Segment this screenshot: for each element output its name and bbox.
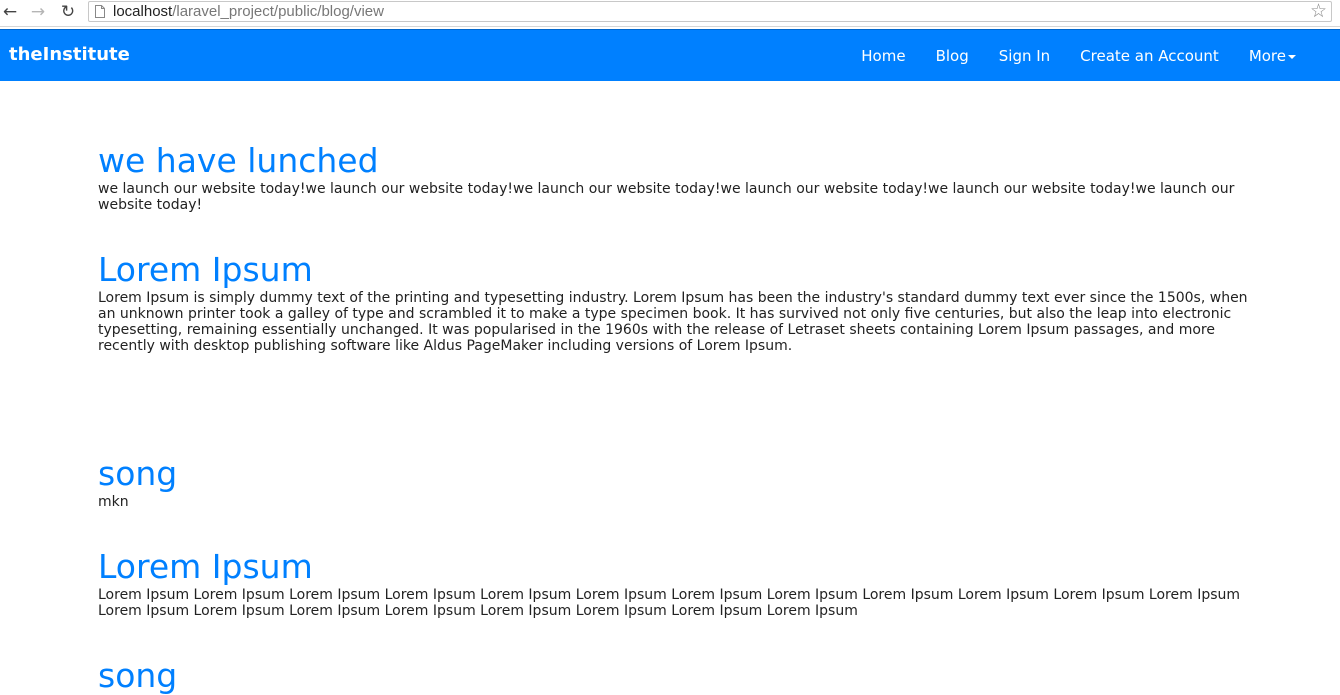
nav-item-more[interactable]: More [1249, 47, 1296, 65]
brand-logo[interactable]: theInstitute [9, 44, 130, 65]
blog-post: song mkn [98, 454, 1248, 511]
navbar: theInstitute Home Blog Sign In Create an… [0, 29, 1340, 81]
nav-item-create-account[interactable]: Create an Account [1080, 47, 1219, 65]
url-text[interactable]: localhost/laravel_project/public/blog/vi… [113, 2, 384, 21]
bookmark-star-icon[interactable]: ☆ [1310, 1, 1327, 21]
post-title: song [98, 454, 178, 493]
page-icon [95, 5, 105, 18]
blog-post: Lorem Ipsum Lorem Ipsum is simply dummy … [98, 250, 1248, 355]
blog-post: Lorem Ipsum Lorem Ipsum Lorem Ipsum Lore… [98, 547, 1248, 620]
browser-toolbar: ← → ↻ localhost/laravel_project/public/b… [0, 0, 1340, 27]
post-body: we launch our website today!we launch ou… [98, 181, 1235, 213]
post-body: Lorem Ipsum Lorem Ipsum Lorem Ipsum Lore… [98, 587, 1241, 619]
blog-post: we have lunched we launch our website to… [98, 141, 1248, 214]
post-title: Lorem Ipsum [98, 250, 313, 289]
nav-menu: Home Blog Sign In Create an Account More [831, 47, 1296, 65]
post-body: mkn [98, 494, 129, 510]
address-bar[interactable]: localhost/laravel_project/public/blog/vi… [88, 1, 1332, 22]
back-arrow-icon[interactable]: ← [0, 2, 20, 22]
nav-item-blog[interactable]: Blog [936, 47, 969, 65]
url-host: localhost [113, 3, 173, 20]
caret-down-icon [1288, 54, 1296, 59]
post-title: song [98, 656, 178, 695]
post-title: Lorem Ipsum [98, 547, 313, 586]
nav-item-sign-in[interactable]: Sign In [999, 47, 1050, 65]
post-title: we have lunched [98, 141, 379, 180]
nav-item-more-label: More [1248, 47, 1286, 65]
nav-item-home[interactable]: Home [861, 47, 905, 65]
forward-arrow-icon[interactable]: → [28, 2, 48, 22]
post-body: Lorem Ipsum is simply dummy text of the … [98, 290, 1248, 354]
reload-icon[interactable]: ↻ [58, 2, 78, 22]
blog-post: song [98, 658, 1248, 694]
url-path: /laravel_project/public/blog/view [172, 3, 384, 20]
